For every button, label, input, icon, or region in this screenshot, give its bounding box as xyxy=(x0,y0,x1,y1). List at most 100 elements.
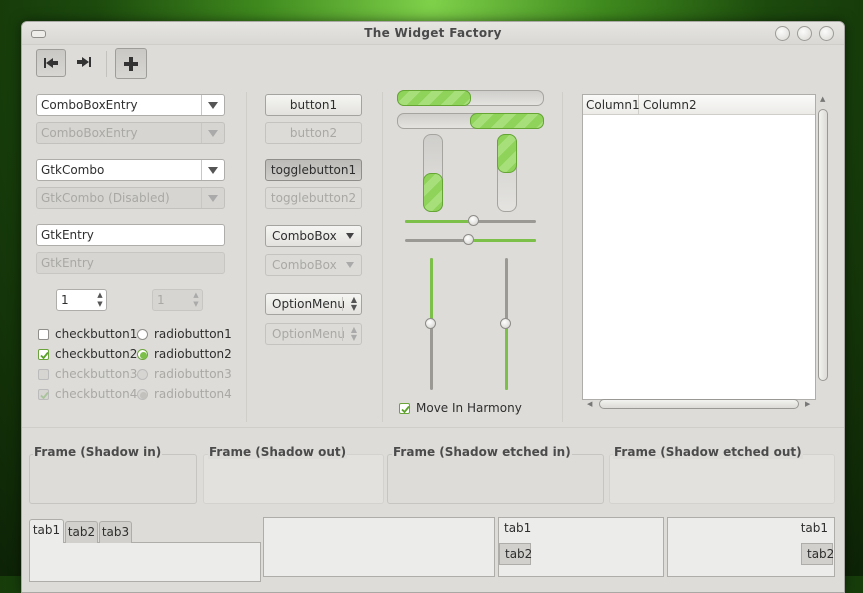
gtkentry-text: GtkEntry xyxy=(41,228,94,242)
add-icon xyxy=(124,56,138,71)
vscale2-knob[interactable] xyxy=(500,318,511,329)
comboboxentry-text: ComboBoxEntry xyxy=(41,98,138,112)
frame-etched-out-label: Frame (Shadow etched out) xyxy=(613,445,803,459)
button1[interactable]: button1 xyxy=(265,94,362,116)
minimize-button[interactable] xyxy=(775,26,790,41)
scroll-up-icon[interactable]: ▲ xyxy=(820,95,825,103)
comboboxentry-disabled-dropdown xyxy=(201,123,224,143)
optionmenu-separator xyxy=(342,327,343,341)
column-separator xyxy=(382,92,383,422)
scroll-right-icon[interactable]: ▶ xyxy=(805,400,810,408)
hscale1-knob[interactable] xyxy=(468,215,479,226)
first-button[interactable] xyxy=(36,49,66,77)
hscale2-knob[interactable] xyxy=(463,234,474,245)
radio-dot-icon xyxy=(140,392,147,399)
vscale2[interactable] xyxy=(499,258,515,390)
optionmenu-disabled-text: OptionMenu xyxy=(272,327,345,341)
tree-view[interactable]: Column1 Column2 xyxy=(582,94,816,400)
hprogress1 xyxy=(397,90,544,106)
spin-arrows-icon: ▲ ▼ xyxy=(193,291,199,308)
notebook-right-tab2[interactable]: tab2 xyxy=(801,543,834,565)
gtkentry[interactable]: GtkEntry xyxy=(36,224,225,246)
checkmark-icon xyxy=(40,391,49,400)
checkbutton1[interactable] xyxy=(38,329,49,340)
vprogress1-fill xyxy=(423,173,443,212)
notebook-left-tab1[interactable]: tab1 xyxy=(499,519,535,539)
comboboxentry-disabled-text: ComboBoxEntry xyxy=(41,126,138,140)
chevron-down-icon xyxy=(346,233,354,239)
checkbutton4-label: checkbutton4 xyxy=(55,387,138,401)
updown-arrows-icon: ▲ ▼ xyxy=(350,325,357,342)
close-button[interactable] xyxy=(819,26,834,41)
vprogress2 xyxy=(497,134,517,212)
column-separator xyxy=(562,92,563,422)
checkbutton3-label: checkbutton3 xyxy=(55,367,138,381)
hscale1[interactable] xyxy=(405,213,536,229)
notebook-top-tab2[interactable]: tab2 xyxy=(65,521,98,543)
optionmenu[interactable]: OptionMenu ▲ ▼ xyxy=(265,293,362,315)
vprogress2-fill xyxy=(497,134,517,173)
titlebar[interactable]: The Widget Factory xyxy=(22,22,844,45)
tree-vscrollbar[interactable]: ▲ xyxy=(817,95,829,385)
spinbutton-disabled: 1 ▲ ▼ xyxy=(152,289,203,311)
spinbutton[interactable]: 1 ▲ ▼ xyxy=(56,289,107,311)
vprogress1 xyxy=(423,134,443,212)
notebook-left-tab2[interactable]: tab2 xyxy=(499,543,532,565)
maximize-button[interactable] xyxy=(797,26,812,41)
radio-dot-icon xyxy=(140,352,147,359)
gtkcombo-dropdown[interactable] xyxy=(201,160,224,180)
tree-hscrollbar[interactable]: ◀ ▶ xyxy=(587,398,817,412)
notebook-top-panel xyxy=(29,542,261,582)
chevron-down-icon xyxy=(208,194,218,202)
tree-hscroll-thumb[interactable] xyxy=(599,399,799,409)
combobox[interactable]: ComboBox xyxy=(265,225,362,247)
section-separator xyxy=(22,427,844,428)
tree-header: Column1 Column2 xyxy=(583,95,815,115)
radiobutton4 xyxy=(137,389,148,400)
notebook-right-tab1[interactable]: tab1 xyxy=(797,519,833,539)
move-in-harmony-checkbox[interactable] xyxy=(399,403,410,414)
tree-column1-header[interactable]: Column1 xyxy=(583,95,640,115)
gtkcombo-disabled: GtkCombo (Disabled) xyxy=(36,187,225,209)
gtkcombo[interactable]: GtkCombo xyxy=(36,159,225,181)
togglebutton1[interactable]: togglebutton1 xyxy=(265,159,362,181)
tree-vscroll-thumb[interactable] xyxy=(818,109,828,381)
checkbutton4 xyxy=(38,389,49,400)
checkbutton2-label: checkbutton2 xyxy=(55,347,138,361)
optionmenu-disabled: OptionMenu ▲ ▼ xyxy=(265,323,362,345)
comboboxentry-dropdown[interactable] xyxy=(201,95,224,115)
chevron-down-icon xyxy=(208,129,218,137)
frame-etched-out xyxy=(609,454,835,504)
vscale1[interactable] xyxy=(424,258,440,390)
notebook-bottom-panel xyxy=(263,517,495,577)
updown-arrows-icon: ▲ ▼ xyxy=(350,295,357,312)
radiobutton3-label: radiobutton3 xyxy=(154,367,232,381)
radiobutton1[interactable] xyxy=(137,329,148,340)
chevron-down-icon xyxy=(346,262,354,268)
comboboxentry[interactable]: ComboBoxEntry xyxy=(36,94,225,116)
combobox-text: ComboBox xyxy=(272,229,337,243)
spin-arrows-icon[interactable]: ▲ ▼ xyxy=(95,291,105,309)
last-button[interactable] xyxy=(70,49,98,75)
chevron-down-icon xyxy=(208,101,218,109)
vscale1-knob[interactable] xyxy=(425,318,436,329)
radiobutton4-label: radiobutton4 xyxy=(154,387,232,401)
notebook-top-tab1[interactable]: tab1 xyxy=(29,519,64,543)
tree-column2-header[interactable]: Column2 xyxy=(640,95,740,115)
gtkentry-disabled: GtkEntry xyxy=(36,252,225,274)
radiobutton1-label: radiobutton1 xyxy=(154,327,232,341)
notebook-top-tab3[interactable]: tab3 xyxy=(99,521,132,543)
gtkentry-disabled-text: GtkEntry xyxy=(41,256,94,270)
checkbutton2[interactable] xyxy=(38,349,49,360)
scroll-left-icon[interactable]: ◀ xyxy=(587,400,592,408)
frame-shadow-in-label: Frame (Shadow in) xyxy=(33,445,163,459)
comboboxentry-disabled: ComboBoxEntry xyxy=(36,122,225,144)
add-button[interactable] xyxy=(115,48,147,79)
frame-shadow-in xyxy=(29,454,197,504)
column-separator xyxy=(246,92,247,422)
spinbutton-value: 1 xyxy=(61,293,69,307)
radiobutton2[interactable] xyxy=(137,349,148,360)
hscale2[interactable] xyxy=(405,232,536,248)
checkbutton3 xyxy=(38,369,49,380)
hscale2-fill xyxy=(469,239,536,242)
